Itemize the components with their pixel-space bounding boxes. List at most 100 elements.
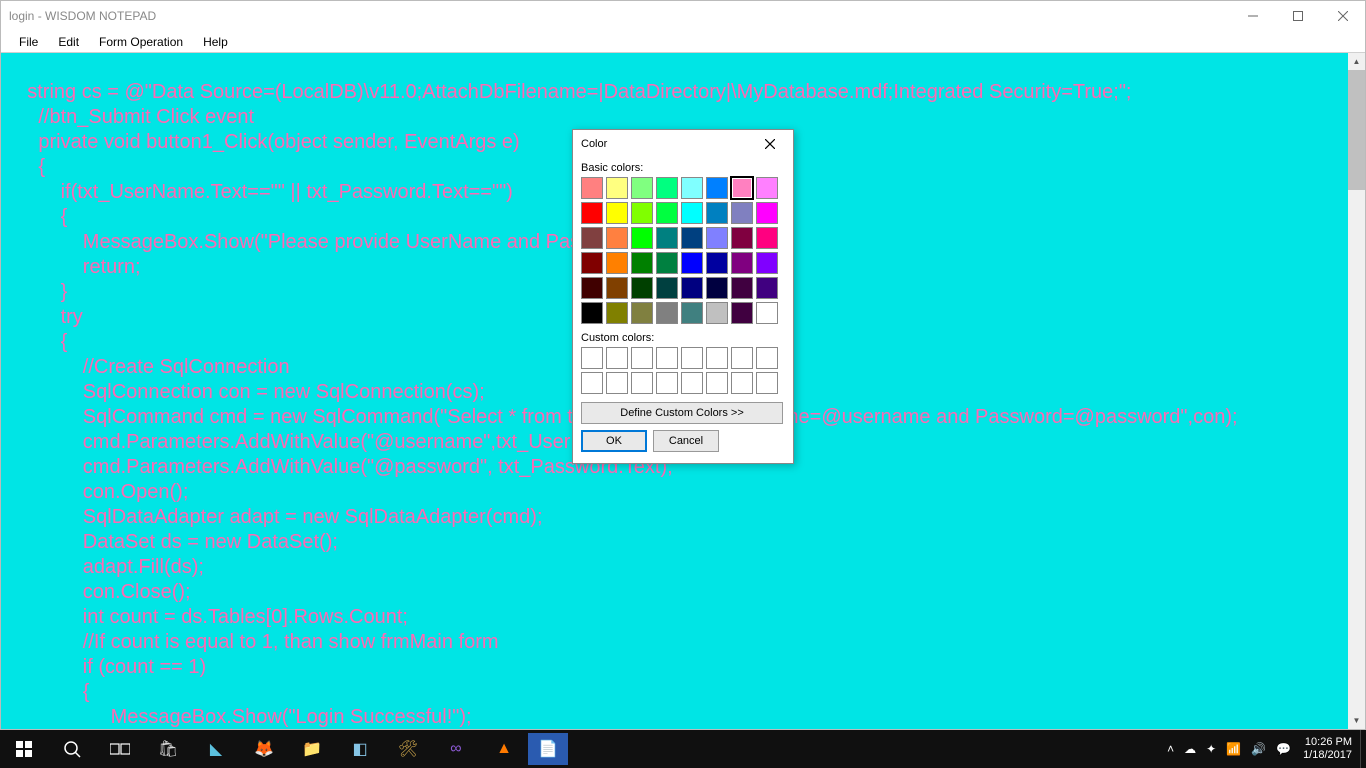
define-custom-colors-button[interactable]: Define Custom Colors >>	[581, 402, 783, 424]
firefox-icon[interactable]: 🦊	[240, 730, 288, 768]
basic-color-swatch[interactable]	[631, 227, 653, 249]
basic-color-swatch[interactable]	[606, 302, 628, 324]
basic-color-swatch[interactable]	[731, 302, 753, 324]
basic-color-swatch[interactable]	[731, 252, 753, 274]
custom-color-swatch[interactable]	[656, 347, 678, 369]
basic-color-swatch[interactable]	[706, 227, 728, 249]
basic-color-swatch[interactable]	[656, 277, 678, 299]
basic-color-swatch[interactable]	[681, 202, 703, 224]
menu-file[interactable]: File	[9, 33, 48, 51]
scroll-up-icon[interactable]: ▲	[1348, 53, 1365, 70]
basic-color-swatch[interactable]	[581, 277, 603, 299]
menu-edit[interactable]: Edit	[48, 33, 89, 51]
tools-icon[interactable]: 🛠	[384, 730, 432, 768]
basic-color-swatch[interactable]	[706, 252, 728, 274]
basic-color-swatch[interactable]	[756, 277, 778, 299]
custom-color-swatch[interactable]	[756, 372, 778, 394]
file-explorer-icon[interactable]: 📁	[288, 730, 336, 768]
menu-form-operation[interactable]: Form Operation	[89, 33, 193, 51]
basic-color-swatch[interactable]	[581, 227, 603, 249]
custom-color-swatch[interactable]	[706, 347, 728, 369]
tray-sync-icon[interactable]: ☁	[1184, 742, 1196, 756]
basic-color-swatch[interactable]	[606, 277, 628, 299]
tray-action-center-icon[interactable]: 💬	[1276, 742, 1291, 756]
basic-color-swatch[interactable]	[756, 202, 778, 224]
scrollbar-thumb[interactable]	[1348, 70, 1365, 190]
tray-chevron-up-icon[interactable]: ˄	[1167, 742, 1174, 756]
basic-color-swatch[interactable]	[581, 202, 603, 224]
maximize-button[interactable]	[1275, 1, 1320, 31]
basic-color-swatch[interactable]	[731, 227, 753, 249]
tray-star-icon[interactable]: ✦	[1206, 742, 1216, 756]
custom-color-swatch[interactable]	[731, 347, 753, 369]
custom-color-swatch[interactable]	[606, 372, 628, 394]
basic-color-swatch[interactable]	[631, 302, 653, 324]
app-icon-1[interactable]: ◣	[192, 730, 240, 768]
menu-help[interactable]: Help	[193, 33, 238, 51]
close-button[interactable]	[1320, 1, 1365, 31]
task-view-icon[interactable]	[96, 730, 144, 768]
tray-wifi-icon[interactable]: 📶	[1226, 742, 1241, 756]
basic-color-swatch[interactable]	[631, 252, 653, 274]
basic-color-swatch[interactable]	[731, 277, 753, 299]
basic-color-swatch[interactable]	[756, 177, 778, 199]
basic-color-swatch[interactable]	[706, 277, 728, 299]
basic-color-swatch[interactable]	[756, 302, 778, 324]
basic-color-swatch[interactable]	[681, 227, 703, 249]
custom-color-swatch[interactable]	[581, 347, 603, 369]
basic-color-swatch[interactable]	[731, 202, 753, 224]
start-button[interactable]	[0, 730, 48, 768]
visual-studio-icon[interactable]: ∞	[432, 730, 480, 768]
basic-color-swatch[interactable]	[706, 202, 728, 224]
store-icon[interactable]: 🛍	[144, 730, 192, 768]
basic-color-swatch[interactable]	[581, 302, 603, 324]
ok-button[interactable]: OK	[581, 430, 647, 452]
basic-color-swatch[interactable]	[606, 227, 628, 249]
custom-color-swatch[interactable]	[631, 372, 653, 394]
basic-color-swatch[interactable]	[656, 252, 678, 274]
basic-color-swatch[interactable]	[656, 227, 678, 249]
basic-color-swatch[interactable]	[606, 252, 628, 274]
basic-color-swatch[interactable]	[631, 202, 653, 224]
custom-color-swatch[interactable]	[581, 372, 603, 394]
basic-color-swatch[interactable]	[731, 177, 753, 199]
cortana-search-icon[interactable]	[48, 730, 96, 768]
basic-color-swatch[interactable]	[606, 202, 628, 224]
cancel-button[interactable]: Cancel	[653, 430, 719, 452]
minimize-button[interactable]	[1230, 1, 1275, 31]
basic-color-swatch[interactable]	[706, 177, 728, 199]
custom-color-swatch[interactable]	[681, 372, 703, 394]
show-desktop-button[interactable]	[1360, 730, 1366, 768]
tray-volume-icon[interactable]: 🔊	[1251, 742, 1266, 756]
basic-color-swatch[interactable]	[606, 177, 628, 199]
scroll-down-icon[interactable]: ▼	[1348, 712, 1365, 729]
custom-color-swatch[interactable]	[656, 372, 678, 394]
notepad-taskbar-icon[interactable]: 📄	[528, 733, 568, 765]
basic-color-swatch[interactable]	[656, 177, 678, 199]
basic-color-swatch[interactable]	[681, 252, 703, 274]
basic-color-swatch[interactable]	[681, 302, 703, 324]
custom-color-swatch[interactable]	[731, 372, 753, 394]
vertical-scrollbar[interactable]: ▲ ▼	[1348, 53, 1365, 729]
cube-icon[interactable]: ◧	[336, 730, 384, 768]
custom-color-swatch[interactable]	[631, 347, 653, 369]
dialog-close-button[interactable]	[755, 130, 785, 158]
basic-color-swatch[interactable]	[656, 202, 678, 224]
custom-color-swatch[interactable]	[706, 372, 728, 394]
basic-color-swatch[interactable]	[656, 302, 678, 324]
basic-color-swatch[interactable]	[681, 277, 703, 299]
basic-color-swatch[interactable]	[756, 227, 778, 249]
basic-color-swatch[interactable]	[631, 277, 653, 299]
basic-color-swatch[interactable]	[631, 177, 653, 199]
basic-color-swatch[interactable]	[581, 177, 603, 199]
vlc-icon[interactable]: ▲	[480, 730, 528, 768]
system-tray[interactable]: ˄ ☁ ✦ 📶 🔊 💬	[1167, 742, 1295, 756]
basic-color-swatch[interactable]	[681, 177, 703, 199]
custom-color-swatch[interactable]	[756, 347, 778, 369]
custom-color-swatch[interactable]	[681, 347, 703, 369]
basic-color-swatch[interactable]	[706, 302, 728, 324]
custom-color-swatch[interactable]	[606, 347, 628, 369]
taskbar-clock[interactable]: 10:26 PM 1/18/2017	[1295, 736, 1360, 762]
basic-color-swatch[interactable]	[581, 252, 603, 274]
basic-color-swatch[interactable]	[756, 252, 778, 274]
